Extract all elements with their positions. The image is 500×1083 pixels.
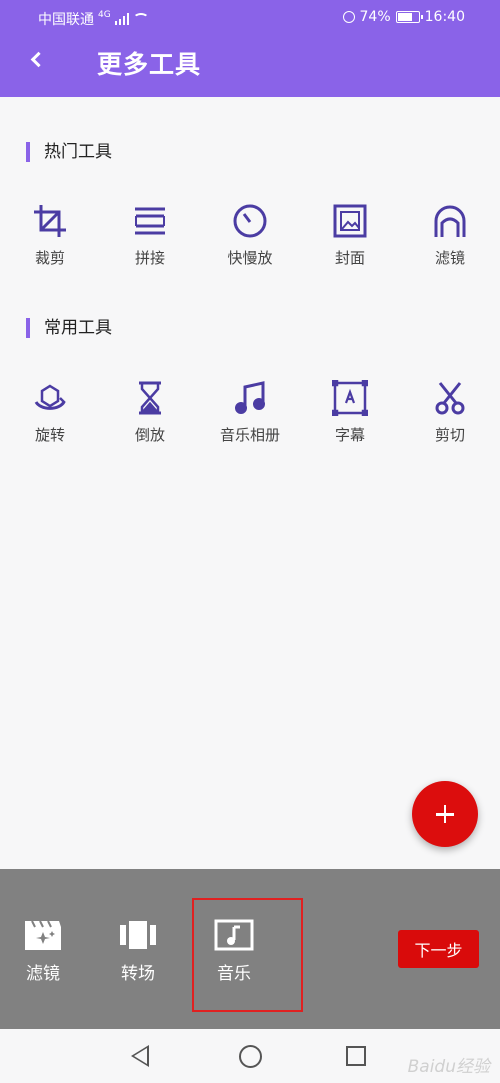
tool-label: 旋转 [34, 426, 65, 444]
tool-speed[interactable]: 快慢放 [200, 203, 300, 268]
battery-fill [397, 13, 412, 21]
back-button[interactable] [26, 46, 50, 74]
next-step-button[interactable]: 下一步 [398, 930, 479, 968]
transition-icon [120, 921, 156, 949]
tool-label: 快慢放 [227, 249, 273, 267]
app-header: 中国联通 4G 74% 16:40 更多工具 [0, 0, 500, 97]
section-title-common-tools: 常用工具 [26, 318, 112, 338]
subtitle-icon [332, 380, 368, 416]
add-button[interactable] [412, 781, 478, 847]
tool-label: 倒放 [134, 426, 165, 444]
tool-rotate[interactable]: 旋转 [0, 380, 100, 445]
hourglass-icon [139, 381, 161, 415]
scissors-icon [435, 382, 465, 415]
tool-merge[interactable]: 拼接 [100, 203, 200, 268]
watermark-logo: Baidu经验 [407, 1057, 490, 1077]
nav-home-icon[interactable] [239, 1045, 262, 1068]
tool-cover[interactable]: 封面 [300, 203, 400, 268]
cover-image-icon [333, 204, 367, 238]
clock: 16:40 [424, 9, 465, 25]
tool-crop[interactable]: 裁剪 [0, 203, 100, 268]
music-highlight-box [192, 898, 303, 1012]
tool-label: 封面 [334, 249, 365, 267]
nav-back-icon[interactable] [131, 1045, 149, 1067]
merge-icon [135, 207, 165, 235]
tool-label: 拼接 [134, 249, 165, 267]
status-bar: 中国联通 4G 74% 16:40 [0, 0, 500, 34]
tool-label: 滤镜 [434, 249, 465, 267]
bottom-tool-transition[interactable]: 转场 [103, 919, 173, 984]
music-note-icon [235, 381, 265, 414]
network-type: 4G [98, 10, 111, 20]
tool-filter[interactable]: 滤镜 [400, 203, 500, 268]
wifi-icon [132, 13, 149, 25]
tool-reverse[interactable]: 倒放 [100, 380, 200, 445]
tool-label: 裁剪 [34, 249, 65, 267]
tool-music-album[interactable]: 音乐相册 [200, 380, 300, 445]
bottom-toolbar: 滤镜 转场 音乐 下一步 [0, 869, 500, 1029]
tool-label: 音乐相册 [219, 426, 280, 444]
bottom-tool-label: 转场 [121, 964, 155, 984]
battery-percent: 74% [359, 9, 391, 25]
common-tools-row: 旋转 倒放 音乐相册 字幕 剪切 [0, 380, 500, 470]
chevron-left-icon [30, 51, 47, 68]
tool-cut[interactable]: 剪切 [400, 380, 500, 445]
bottom-tool-filter[interactable]: 滤镜 [8, 919, 78, 984]
tool-label: 字幕 [334, 426, 365, 444]
nav-recent-apps-icon[interactable] [346, 1046, 366, 1066]
battery-icon [395, 11, 423, 23]
section-title-hot-tools: 热门工具 [26, 142, 112, 162]
bottom-tool-label: 滤镜 [26, 964, 60, 984]
system-nav-bar: Baidu经验 [0, 1029, 500, 1083]
carrier-name: 中国联通 [38, 12, 94, 28]
tool-subtitle[interactable]: 字幕 [300, 380, 400, 445]
rotate-icon [34, 384, 66, 410]
tool-label: 剪切 [434, 426, 465, 444]
hot-tools-row: 裁剪 拼接 快慢放 封面 滤镜 [0, 203, 500, 293]
filter-face-icon [434, 205, 466, 237]
filter-clapper-icon [25, 920, 61, 950]
crop-icon [34, 205, 66, 237]
speed-dial-icon [233, 204, 267, 238]
page-title: 更多工具 [97, 50, 202, 79]
alarm-icon [342, 11, 355, 23]
signal-icon [114, 13, 129, 25]
